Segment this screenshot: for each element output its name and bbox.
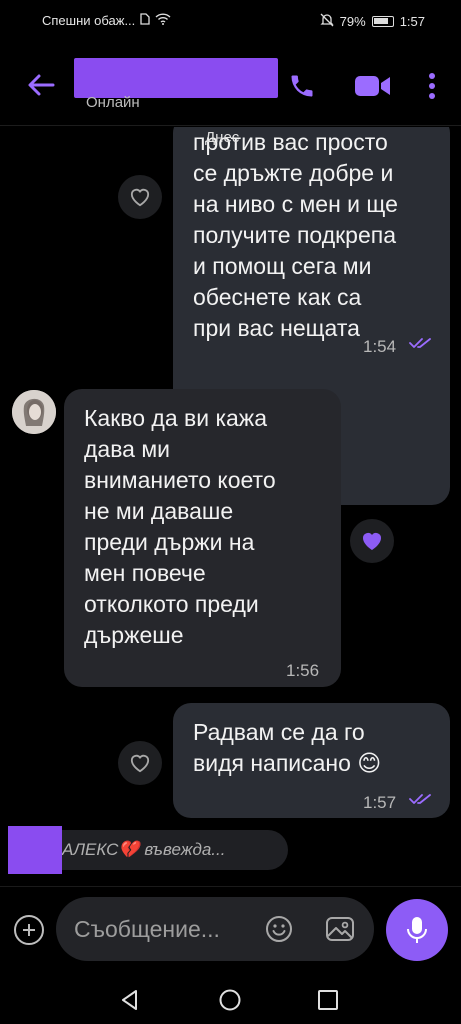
video-icon <box>355 76 390 96</box>
message-line: обеснете как са <box>193 284 362 310</box>
read-ticks-icon <box>409 338 431 348</box>
typing-avatar-redacted <box>8 826 62 874</box>
carrier-text: Спешни обаж... <box>42 13 136 28</box>
composer: Съобщение... <box>0 886 461 970</box>
back-button[interactable] <box>24 68 58 102</box>
message-line: Радвам се да го <box>193 719 365 745</box>
chat-area[interactable]: против вас просто се дръжте добре и на н… <box>0 127 461 887</box>
message-line: вниманието което <box>84 467 276 493</box>
message-time: 1:56 <box>286 661 320 680</box>
wifi-icon <box>155 13 171 28</box>
message-line: държеше <box>84 622 184 648</box>
message-line: преди държи на <box>84 529 255 555</box>
status-left: Спешни обаж... <box>42 13 171 28</box>
nav-back-button[interactable] <box>118 988 142 1012</box>
heart-filled-icon <box>363 533 381 550</box>
heart-icon <box>130 754 150 773</box>
mic-icon <box>407 917 427 943</box>
more-options-button[interactable] <box>414 68 450 104</box>
liked-button[interactable] <box>350 519 394 563</box>
message-bubble-incoming[interactable]: Какво да ви кажа дава ми вниманието коет… <box>64 389 341 687</box>
nav-recents-button[interactable] <box>316 988 340 1012</box>
call-button[interactable] <box>284 68 320 104</box>
emoji-icon <box>266 916 292 942</box>
message-line: получите подкрепа <box>193 222 397 248</box>
message-line: видя написано 😊 <box>193 750 382 776</box>
chat-header: Онлайн <box>0 44 461 126</box>
message-line: не ми даваше <box>84 498 234 524</box>
typing-text: АЛЕКС💔 въвежда... <box>62 840 226 859</box>
battery-percent: 79% <box>339 14 366 29</box>
status-right: 79% 1:57 <box>320 13 425 30</box>
plus-icon <box>23 924 35 936</box>
system-nav-bar <box>0 972 461 1024</box>
like-button[interactable] <box>118 175 162 219</box>
typing-indicator: АЛЕКС💔 въвежда... <box>0 826 461 874</box>
message-line: и помощ сега ми <box>193 253 372 279</box>
message-line: дава ми <box>84 436 171 462</box>
message-input[interactable]: Съобщение... <box>56 897 374 961</box>
message-time: 1:54 <box>363 337 397 356</box>
mute-bell-icon <box>320 13 334 30</box>
sim-icon <box>140 13 150 28</box>
avatar[interactable] <box>12 390 56 434</box>
emoji-button[interactable] <box>264 914 294 949</box>
status-bar: Спешни обаж... 79% 1:57 <box>0 0 461 44</box>
message-line: на ниво с мен и ще <box>193 191 398 217</box>
like-button[interactable] <box>118 741 162 785</box>
gallery-button[interactable] <box>324 914 356 949</box>
contact-name-redacted[interactable] <box>74 58 278 98</box>
heart-icon <box>130 188 150 207</box>
attach-button[interactable] <box>14 915 44 945</box>
video-call-button[interactable] <box>352 68 394 104</box>
nav-recents-icon <box>318 990 338 1010</box>
more-icon <box>429 73 435 99</box>
message-bubble-outgoing[interactable]: Радвам се да го видя написано 😊 1:57 <box>173 703 450 818</box>
date-divider: Днес <box>205 129 240 146</box>
nav-home-button[interactable] <box>218 988 242 1012</box>
message-time: 1:57 <box>363 793 397 812</box>
message-input-placeholder: Съобщение... <box>74 916 220 942</box>
typing-pill: АЛЕКС💔 въвежда... <box>42 830 288 870</box>
message-line: мен повече <box>84 560 206 586</box>
phone-icon <box>291 75 313 97</box>
voice-message-button[interactable] <box>386 899 448 961</box>
image-icon <box>326 917 354 941</box>
message-line: отколкото преди <box>84 591 259 617</box>
message-line: се дръжте добре и <box>193 160 394 186</box>
presence-status: Онлайн <box>86 94 140 111</box>
read-ticks-icon <box>409 794 431 804</box>
clock: 1:57 <box>399 14 425 29</box>
nav-back-icon <box>122 990 137 1010</box>
back-arrow-icon <box>28 74 55 96</box>
message-line: Какво да ви кажа <box>84 405 267 431</box>
nav-home-icon <box>219 989 241 1011</box>
battery-icon <box>371 16 394 27</box>
